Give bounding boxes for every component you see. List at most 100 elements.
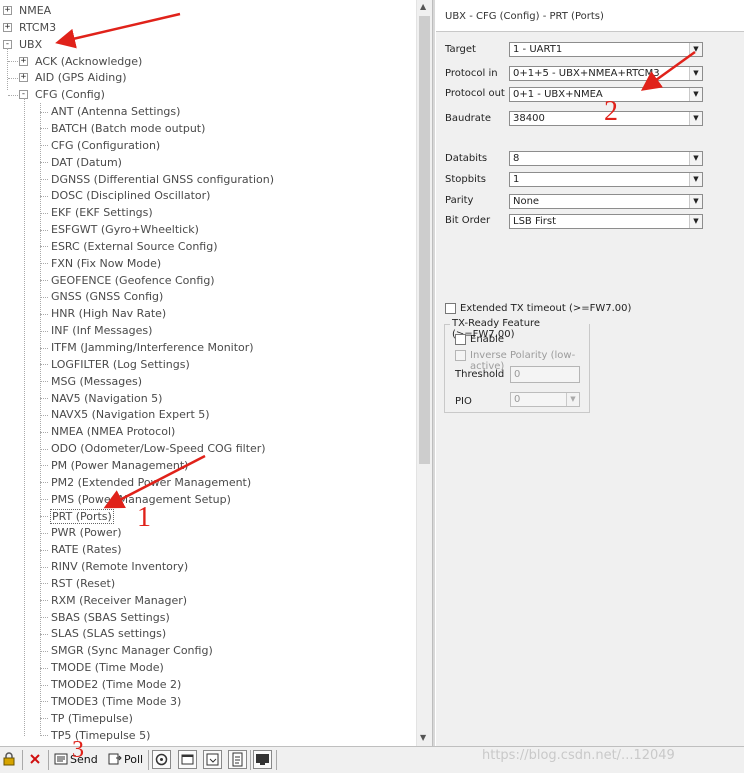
tree-scrollbar[interactable]: ▲ ▼	[416, 0, 432, 746]
protocol-in-value: 0+1+5 - UBX+NMEA+RTCM3	[513, 68, 660, 79]
tree-connector	[40, 398, 48, 400]
tree-item[interactable]: SMGR (Sync Manager Config)	[50, 642, 214, 659]
dropdown-arrow-icon[interactable]: ▼	[689, 88, 702, 101]
dropdown-arrow-icon[interactable]: ▼	[689, 173, 702, 186]
tree-item[interactable]: CFG (Configuration)	[50, 137, 161, 154]
inverse-polarity-checkbox[interactable]	[455, 350, 466, 361]
tree-item[interactable]: ESRC (External Source Config)	[50, 238, 219, 255]
databits-select[interactable]: 8 ▼	[509, 151, 703, 166]
tree-item[interactable]: INF (Inf Messages)	[50, 322, 153, 339]
tree-connector	[40, 347, 48, 349]
tree-item[interactable]: DAT (Datum)	[50, 154, 123, 171]
tree-item[interactable]: RATE (Rates)	[50, 541, 123, 558]
tree-item[interactable]: NAV5 (Navigation 5)	[50, 390, 163, 407]
tool-button-2[interactable]	[178, 750, 197, 769]
tree-connector	[40, 633, 48, 635]
bit-order-select[interactable]: LSB First ▼	[509, 214, 703, 229]
stopbits-select[interactable]: 1 ▼	[509, 172, 703, 187]
tree-item[interactable]: GEOFENCE (Geofence Config)	[50, 272, 216, 289]
toolbar-separator	[276, 750, 277, 770]
tree-item[interactable]: PWR (Power)	[50, 524, 123, 541]
tool-button-4[interactable]	[228, 750, 247, 769]
tree-item[interactable]: TP5 (Timepulse 5)	[50, 727, 151, 744]
dropdown-arrow-icon[interactable]: ▼	[689, 152, 702, 165]
tree-item-label: MSG (Messages)	[51, 374, 143, 388]
dropdown-arrow-icon[interactable]: ▼	[689, 195, 702, 208]
threshold-label: Threshold	[455, 369, 505, 380]
tree-item[interactable]: RTCM3	[18, 19, 57, 36]
lock-button[interactable]	[2, 750, 18, 770]
tree-connector	[40, 313, 48, 315]
tree-item[interactable]: NMEA	[18, 2, 52, 19]
tree-item-label: SBAS (SBAS Settings)	[51, 610, 170, 624]
enable-checkbox[interactable]	[455, 334, 466, 345]
tool-button-3[interactable]	[203, 750, 222, 769]
tree-item[interactable]: ANT (Antenna Settings)	[50, 103, 181, 120]
tree-item[interactable]: HNR (High Nav Rate)	[50, 305, 167, 322]
tree-item[interactable]: NAVX5 (Navigation Expert 5)	[50, 406, 211, 423]
expand-icon[interactable]: +	[3, 22, 12, 32]
tree-item[interactable]: ITFM (Jamming/Interference Monitor)	[50, 339, 255, 356]
scroll-down-arrow-icon[interactable]: ▼	[420, 733, 426, 742]
pio-select[interactable]: 0 ▼	[510, 392, 580, 407]
tree-item[interactable]: RST (Reset)	[50, 575, 116, 592]
expand-icon[interactable]: +	[3, 6, 12, 15]
tree-item[interactable]: EKF (EKF Settings)	[50, 204, 154, 221]
tree-item-label: NMEA	[19, 4, 52, 17]
dropdown-arrow-icon[interactable]: ▼	[689, 43, 702, 56]
tree-item[interactable]: DOSC (Disciplined Oscillator)	[50, 187, 211, 204]
tree-item[interactable]: PM2 (Extended Power Management)	[50, 474, 252, 491]
tree-item[interactable]: LOGFILTER (Log Settings)	[50, 356, 191, 373]
dropdown-arrow-icon[interactable]: ▼	[689, 215, 702, 228]
annotation-number-3: 3	[72, 737, 84, 763]
tree-connector	[40, 145, 48, 147]
parity-select[interactable]: None ▼	[509, 194, 703, 209]
tree-item[interactable]: RXM (Receiver Manager)	[50, 592, 188, 609]
tree-connector	[8, 77, 18, 79]
toolbar-separator	[250, 750, 251, 770]
tree-connector	[40, 735, 48, 737]
tree-item[interactable]: NMEA (NMEA Protocol)	[50, 423, 176, 440]
tree-item[interactable]: DGNSS (Differential GNSS configuration)	[50, 171, 275, 188]
tree-item[interactable]: PM (Power Management)	[50, 457, 189, 474]
expand-icon[interactable]: +	[19, 56, 28, 66]
tree-item[interactable]: MSG (Messages)	[50, 373, 143, 390]
dropdown-arrow-icon[interactable]: ▼	[689, 112, 702, 125]
tree-item[interactable]: SLAS (SLAS settings)	[50, 625, 167, 642]
tree-item[interactable]: UBX	[18, 36, 43, 53]
extended-tx-timeout-checkbox[interactable]	[445, 303, 456, 314]
delete-button[interactable]	[28, 750, 44, 770]
scroll-up-arrow-icon[interactable]: ▲	[420, 2, 426, 11]
scrollbar-thumb[interactable]	[419, 16, 430, 464]
tool-button-5[interactable]	[253, 750, 272, 769]
bit-order-value: LSB First	[513, 216, 557, 227]
tree-item-label: UBX	[19, 37, 43, 51]
tool-button-1[interactable]	[152, 750, 171, 769]
bit-order-label: Bit Order	[445, 215, 491, 226]
poll-button[interactable]: Poll	[108, 750, 143, 770]
tree-item[interactable]: FXN (Fix Now Mode)	[50, 255, 162, 272]
tree-item[interactable]: TMODE3 (Time Mode 3)	[50, 693, 182, 710]
tree-item[interactable]: ESFGWT (Gyro+Wheeltick)	[50, 221, 200, 238]
expand-icon[interactable]: +	[19, 73, 28, 83]
tree-item[interactable]: TMODE (Time Mode)	[50, 659, 165, 676]
tree-connector	[40, 482, 48, 484]
tree-item[interactable]: TP (Timepulse)	[50, 710, 134, 727]
tree-item[interactable]: ACK (Acknowledge)	[34, 53, 143, 70]
tree-item[interactable]: BATCH (Batch mode output)	[50, 120, 206, 137]
tree-item-label: RST (Reset)	[51, 576, 116, 590]
message-tree[interactable]: NMEA + RTCM3 + UBX - ACK (Acknowledge) + AID (GP…	[0, 0, 416, 746]
dropdown-arrow-icon[interactable]: ▼	[689, 67, 702, 80]
threshold-input[interactable]: 0	[510, 366, 580, 383]
target-select[interactable]: 1 - UART1 ▼	[509, 42, 703, 57]
tree-item[interactable]: GNSS (GNSS Config)	[50, 288, 164, 305]
tree-item[interactable]: AID (GPS Aiding)	[34, 69, 128, 86]
tree-item[interactable]: CFG (Config)	[34, 86, 106, 103]
tree-item[interactable]: TMODE2 (Time Mode 2)	[50, 676, 182, 693]
protocol-in-select[interactable]: 0+1+5 - UBX+NMEA+RTCM3 ▼	[509, 66, 703, 81]
tree-item[interactable]: RINV (Remote Inventory)	[50, 558, 189, 575]
tree-item[interactable]: SBAS (SBAS Settings)	[50, 609, 171, 626]
dropdown-arrow-icon[interactable]: ▼	[566, 393, 579, 406]
tree-item[interactable]: ODO (Odometer/Low-Speed COG filter)	[50, 440, 267, 457]
tree-item[interactable]: PRT (Ports)	[50, 508, 114, 525]
